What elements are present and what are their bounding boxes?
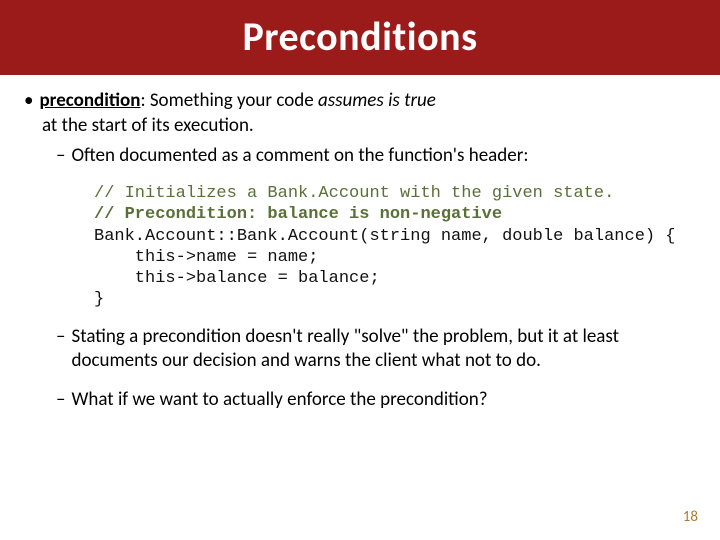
dash-item-3: – What if we want to actually enforce th… [56,388,696,413]
dash-item-1: – Often documented as a comment on the f… [56,144,696,169]
bullet-em: assumes is true [318,89,436,112]
code-line-5: this->balance = balance; [94,269,380,288]
dash-marker: – [56,325,65,374]
title-bar: Preconditions [0,0,720,75]
page-number: 18 [683,508,698,526]
code-comment-1: // Initializes a Bank.Account with the g… [94,184,614,203]
code-line-4: this->name = name; [94,248,318,267]
code-comment-2: // Precondition: balance is non-negative [94,205,502,224]
term-precondition: precondition [39,89,140,112]
bullet-after-term: : Something your code [140,89,318,112]
dash-item-2: – Stating a precondition doesn't really … [56,325,696,374]
bullet-text-line1: precondition: Something your code assume… [39,89,435,114]
bullet-marker: • [24,89,33,114]
dash-list-2: – Stating a precondition doesn't really … [56,325,696,413]
slide-title: Preconditions [0,12,720,61]
dash-marker: – [56,388,65,413]
slide-body: • precondition: Something your code assu… [0,75,720,413]
bullet-text-line2: at the start of its execution. [42,114,696,139]
dash-text-1: Often documented as a comment on the fun… [71,144,528,169]
dash-marker: – [56,144,65,169]
code-line-3: Bank.Account::Bank.Account(string name, … [94,227,676,246]
slide: Preconditions • precondition: Something … [0,0,720,540]
bullet-level1: • precondition: Something your code assu… [24,89,696,138]
dash-text-2: Stating a precondition doesn't really "s… [71,325,696,374]
dash-list: – Often documented as a comment on the f… [56,144,696,169]
code-block: // Initializes a Bank.Account with the g… [94,183,696,311]
dash-text-3: What if we want to actually enforce the … [71,388,487,413]
code-line-6: } [94,290,104,309]
